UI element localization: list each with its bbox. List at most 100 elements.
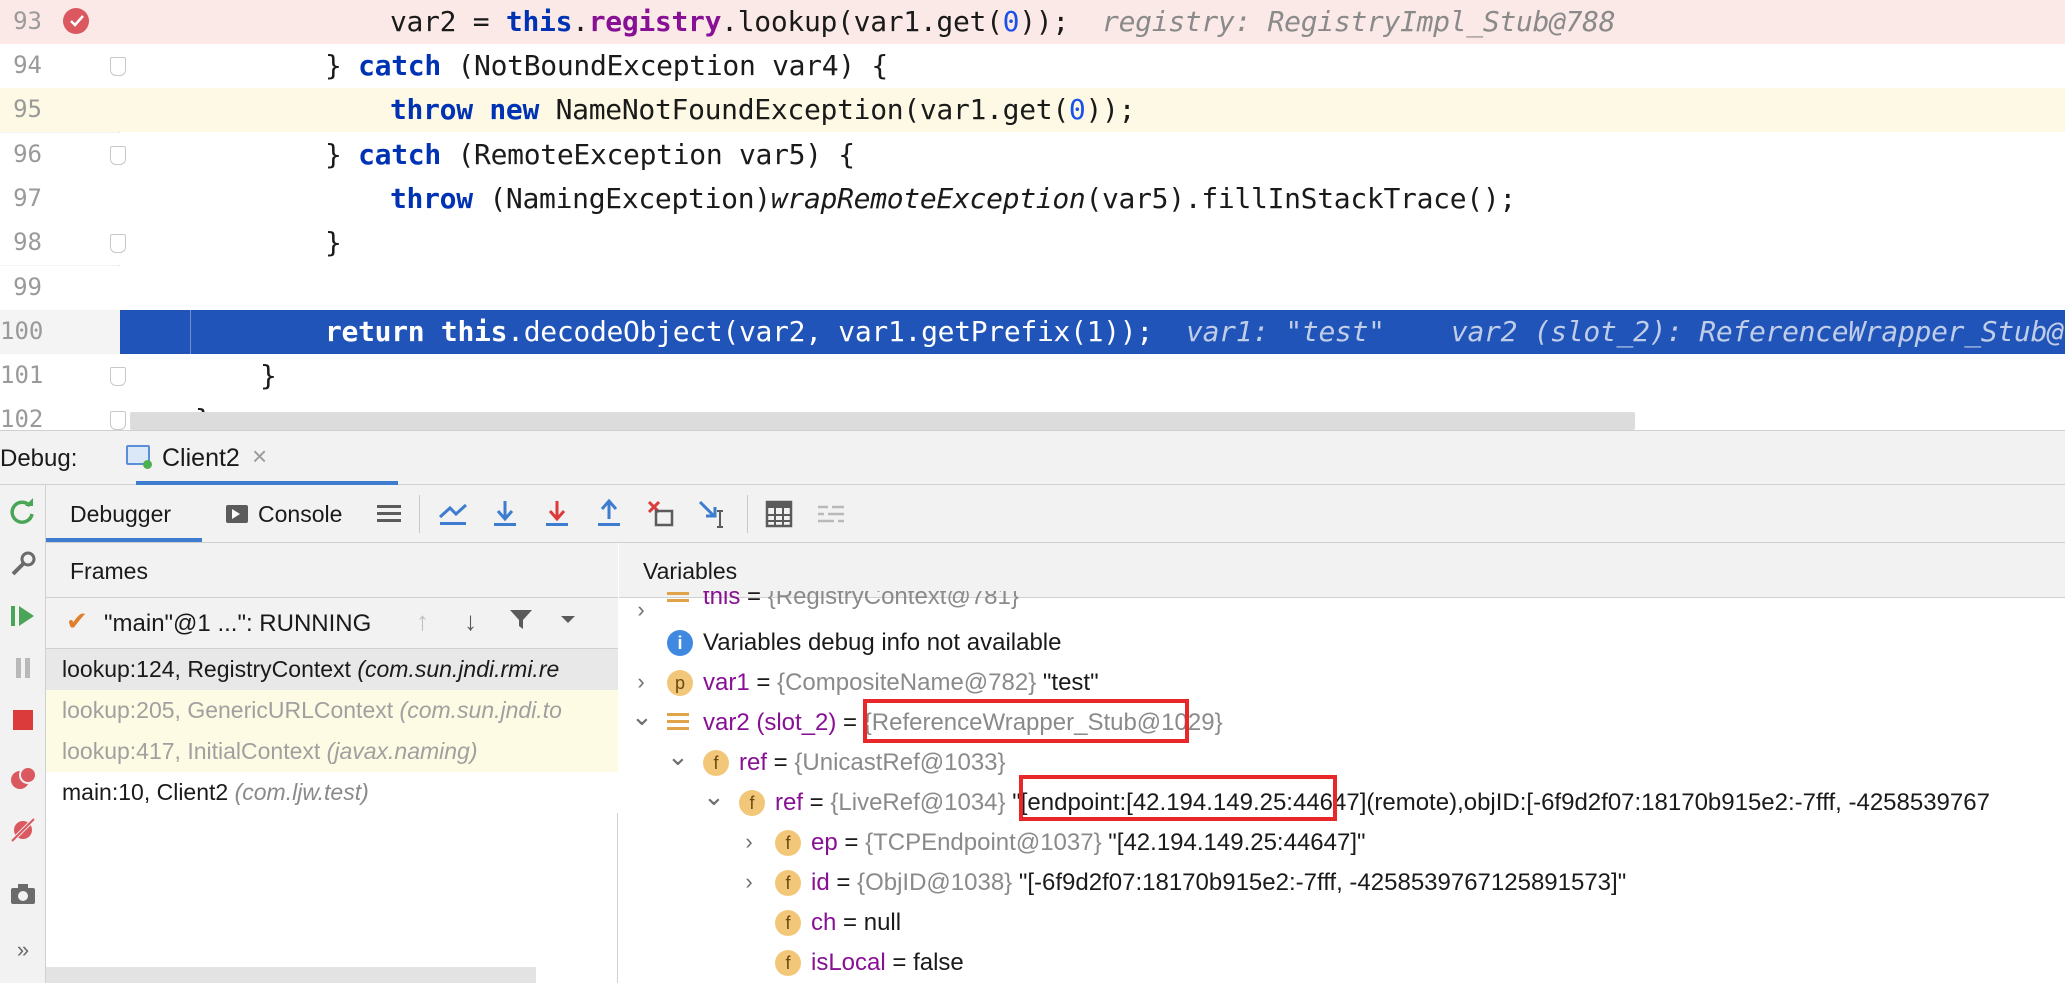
- stack-frame[interactable]: lookup:124, RegistryContext (com.sun.jnd…: [46, 649, 618, 690]
- chevron-down-icon[interactable]: [558, 606, 578, 639]
- run-to-cursor-icon[interactable]: [696, 497, 730, 531]
- field-icon: f: [775, 950, 801, 976]
- pause-icon[interactable]: [6, 653, 40, 687]
- variable-row[interactable]: f ch = null: [619, 903, 2065, 943]
- view-breakpoints-icon[interactable]: [6, 763, 40, 797]
- line-number[interactable]: 98: [0, 228, 42, 256]
- code-line[interactable]: 97 throw (NamingException)wrapRemoteExcep…: [0, 177, 2065, 221]
- inline-debug-value: var1: "test" var2 (slot_2): ReferenceWra…: [1186, 315, 2065, 348]
- line-number[interactable]: 94: [0, 51, 42, 79]
- variable-row[interactable]: › p var1 = {CompositeName@782} "test": [619, 663, 2065, 703]
- variable-row[interactable]: › f ep = {TCPEndpoint@1037} "[42.194.149.2…: [619, 823, 2065, 863]
- code-text: throw new NameNotFoundException(var1.get…: [390, 93, 1135, 126]
- line-number[interactable]: 97: [0, 184, 42, 212]
- fold-marker-icon[interactable]: [110, 367, 126, 386]
- tab-debugger[interactable]: Debugger: [46, 485, 202, 542]
- step-over-icon[interactable]: [488, 497, 522, 531]
- tab-console[interactable]: Console: [226, 485, 356, 542]
- stack-frame[interactable]: main:10, Client2 (com.ljw.test): [46, 772, 618, 813]
- chevron-down-icon[interactable]: ⌄: [667, 741, 689, 772]
- editor-horizontal-scrollbar[interactable]: [130, 412, 1635, 430]
- code-line[interactable]: 95 throw new NameNotFoundException(var1.g…: [0, 88, 2065, 132]
- equals-sign: =: [836, 709, 864, 736]
- camera-icon[interactable]: [6, 879, 40, 913]
- fold-marker-icon[interactable]: [110, 411, 126, 430]
- wrench-icon[interactable]: [6, 549, 40, 583]
- filter-icon[interactable]: [508, 606, 534, 639]
- variables-title: Variables: [643, 558, 738, 584]
- next-frame-icon[interactable]: ↓: [464, 606, 477, 637]
- drop-frame-icon[interactable]: [644, 497, 678, 531]
- field-icon: f: [775, 910, 801, 936]
- line-number[interactable]: 102: [0, 405, 43, 430]
- mute-breakpoints-icon[interactable]: [6, 815, 40, 849]
- rerun-icon[interactable]: [6, 497, 40, 531]
- show-execution-point-icon[interactable]: [436, 497, 470, 531]
- variable-row[interactable]: i Variables debug info not available: [619, 623, 2065, 663]
- resume-icon[interactable]: [6, 601, 40, 635]
- run-config-tab[interactable]: Client2 ×: [122, 431, 398, 485]
- evaluate-expression-icon[interactable]: [762, 497, 796, 531]
- layout-menu-icon[interactable]: [372, 497, 406, 531]
- stack-frame[interactable]: lookup:205, GenericURLContext (com.sun.j…: [46, 690, 618, 731]
- local-variable-icon: [667, 713, 689, 733]
- chevron-down-icon[interactable]: ⌄: [703, 781, 725, 812]
- chevron-down-icon[interactable]: ⌄: [631, 701, 653, 732]
- close-icon[interactable]: ×: [252, 441, 267, 472]
- line-number[interactable]: 96: [0, 140, 42, 168]
- trace-current-stream-icon[interactable]: [814, 497, 848, 531]
- code-line[interactable]: 100 return this.decodeObject(var2, var1.g…: [0, 310, 2065, 354]
- chevron-right-icon[interactable]: ›: [739, 829, 759, 855]
- line-number[interactable]: 93: [0, 7, 42, 35]
- variable-row[interactable]: ⌄ var2 (slot_2) = {ReferenceWrapper_Stub@…: [619, 701, 2065, 743]
- code-editor[interactable]: 93 var2 = this.registry.lookup(var1.get(0…: [0, 0, 2065, 430]
- code-token: registry: [588, 5, 722, 38]
- line-number[interactable]: 95: [0, 95, 42, 123]
- line-number[interactable]: 100: [0, 317, 43, 345]
- stack-frame[interactable]: lookup:417, InitialContext (javax.naming…: [46, 731, 618, 772]
- equals-sign: =: [829, 869, 858, 896]
- frames-horizontal-scrollbar[interactable]: [46, 967, 536, 983]
- variable-row[interactable]: › this = {RegistryContext@781}: [619, 591, 2065, 623]
- breakpoint-icon[interactable]: [63, 8, 89, 34]
- stop-icon[interactable]: [6, 705, 40, 739]
- code-token: new: [489, 93, 540, 126]
- force-step-into-icon[interactable]: [540, 497, 574, 531]
- variable-row[interactable]: f isLocal = false: [619, 943, 2065, 983]
- variable-text: isLocal = false: [811, 949, 964, 977]
- code-token: .: [572, 5, 589, 38]
- previous-frame-icon[interactable]: ↑: [416, 606, 429, 637]
- variable-row[interactable]: ⌄ f ref = {LiveRef@1034} "[endpoint:[42.19…: [619, 781, 2065, 823]
- step-out-icon[interactable]: [592, 497, 626, 531]
- fold-marker-icon[interactable]: [110, 234, 126, 253]
- variable-reference: {TCPEndpoint@1037}: [865, 829, 1102, 856]
- stack-frame-text: lookup:417, InitialContext (javax.naming…: [62, 738, 478, 765]
- variable-text: id = {ObjID@1038} "[-6f9d2f07:18170b915e…: [811, 869, 1626, 897]
- console-icon: [226, 505, 248, 523]
- debugger-toolbar: Debugger Console: [46, 485, 2065, 543]
- thread-selector[interactable]: ✔ "main"@1 ...": RUNNING ↑ ↓: [46, 598, 618, 649]
- more-tools-icon[interactable]: »: [6, 933, 40, 967]
- line-number[interactable]: 101: [0, 361, 43, 389]
- line-number[interactable]: 99: [0, 273, 42, 301]
- variable-text: Variables debug info not available: [703, 629, 1061, 657]
- toolbar-separator: [747, 495, 748, 533]
- chevron-right-icon[interactable]: ›: [631, 597, 651, 623]
- code-line[interactable]: 101}: [0, 354, 2065, 398]
- fold-marker-icon[interactable]: [110, 146, 126, 165]
- code-line[interactable]: 94} catch (NotBoundException var4) {: [0, 44, 2065, 88]
- code-line[interactable]: 99: [0, 266, 2065, 310]
- variable-row[interactable]: ⌄ f ref = {UnicastRef@1033}: [619, 741, 2065, 783]
- code-line[interactable]: 96} catch (RemoteException var5) {: [0, 133, 2065, 177]
- code-token: }: [325, 226, 342, 259]
- code-token: (NotBoundException var4) {: [440, 49, 888, 82]
- chevron-right-icon[interactable]: ›: [631, 669, 651, 695]
- variable-row[interactable]: › f id = {ObjID@1038} "[-6f9d2f07:18170b91…: [619, 863, 2065, 903]
- code-line[interactable]: 93 var2 = this.registry.lookup(var1.get(0…: [0, 0, 2065, 44]
- variable-reference: {RegistryContext@781}: [767, 591, 1019, 610]
- chevron-right-icon[interactable]: ›: [739, 869, 759, 895]
- equals-sign: =: [885, 949, 914, 976]
- fold-marker-icon[interactable]: [110, 57, 126, 76]
- code-line[interactable]: 98}: [0, 221, 2065, 265]
